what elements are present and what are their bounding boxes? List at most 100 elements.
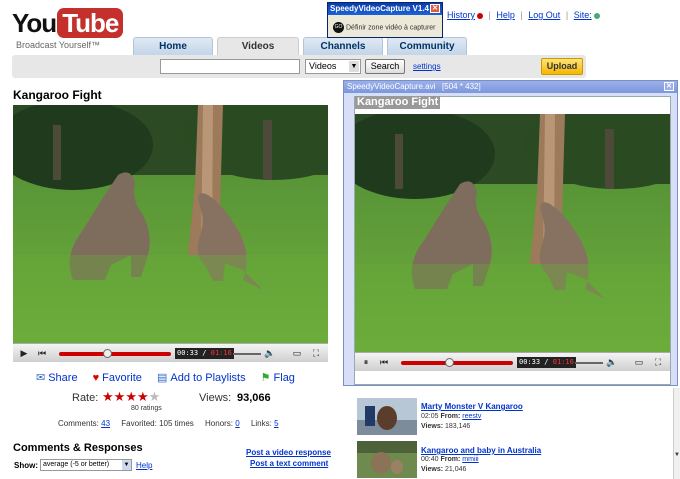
scroll-down-icon[interactable]: ▼ [674, 452, 680, 458]
rating-stars[interactable]: ★★★★★ [102, 389, 160, 405]
skip-back-icon[interactable]: ⏮ [35, 347, 49, 360]
upload-button[interactable]: Upload [541, 58, 583, 75]
captured-video [355, 114, 670, 352]
captured-time-total: 01:16 [552, 358, 574, 366]
share-label: Share [48, 372, 78, 384]
capture-window-dims: [504 * 432] [442, 82, 481, 91]
logo-tagline: Broadcast Yourself™ [16, 40, 101, 50]
add-to-playlists-label: Add to Playlists [170, 372, 246, 384]
related-views-label: Views: [421, 423, 444, 430]
help-link[interactable]: Help [496, 10, 515, 20]
related-duration: 02:05 [421, 413, 439, 420]
star-icon[interactable]: ★ [102, 389, 114, 404]
youtube-logo[interactable]: You Tube Broadcast Yourself™ [12, 8, 124, 50]
volume-slider[interactable] [233, 353, 261, 355]
heart-icon: ♥ [92, 372, 100, 384]
define-zone-button[interactable]: GO Définir zone vidéo à capturer [333, 22, 436, 33]
history-icon [477, 12, 484, 19]
captured-player-controls: ⏸ ⏮ 00:33 / 01:16 🔈 ▭ ⛶ [355, 352, 670, 371]
related-views: Views: 183,146 [421, 423, 470, 430]
related-from-label: From: [440, 456, 461, 463]
captured-video-frame [355, 114, 670, 352]
skip-back-icon: ⏮ [379, 357, 389, 367]
comments-help-link[interactable]: Help [136, 461, 152, 470]
normal-size-icon[interactable]: ▭ [290, 347, 304, 360]
post-text-comment-link[interactable]: Post a text comment [250, 459, 328, 468]
related-views-count: 21,046 [445, 466, 467, 473]
related-views-count: 183,146 [445, 423, 471, 430]
star-icon[interactable]: ★ [114, 389, 126, 404]
tab-channels[interactable]: Channels [303, 37, 383, 55]
related-item[interactable] [357, 441, 417, 479]
site-link[interactable]: Site: [574, 10, 592, 20]
seek-handle[interactable] [103, 349, 113, 358]
related-title-link[interactable]: Kangaroo and baby in Australia [421, 446, 541, 455]
related-from-label: From: [440, 413, 461, 420]
related-author-link[interactable]: mmiii [462, 456, 478, 463]
time-current: 00:33 [177, 349, 199, 357]
history-link[interactable]: History [447, 10, 475, 20]
play-icon[interactable]: ▶ [17, 347, 31, 360]
video-frame [13, 105, 328, 343]
flag-button[interactable]: ⚑ Flag [261, 372, 295, 384]
post-video-response-link[interactable]: Post a video response [246, 448, 331, 457]
close-icon[interactable]: ✕ [664, 82, 674, 91]
honors-count-link[interactable]: 0 [235, 419, 239, 428]
captured-seek-handle [445, 358, 455, 367]
close-icon[interactable]: ✕ [430, 4, 440, 13]
related-thumbnail[interactable] [357, 441, 417, 478]
related-meta: 02:05 From: reestv [421, 413, 481, 420]
logo-tube: Tube [57, 8, 124, 38]
rate-label: Rate: [72, 392, 99, 404]
logout-link[interactable]: Log Out [528, 10, 560, 20]
related-title-link[interactable]: Marty Monster V Kangaroo [421, 402, 523, 411]
chevron-down-icon: ▼ [122, 460, 131, 470]
playlist-icon: ▤ [156, 372, 168, 384]
video-player[interactable] [13, 105, 328, 343]
add-to-playlists-button[interactable]: ▤ Add to Playlists [157, 372, 246, 384]
captured-volume-slider [575, 362, 603, 364]
seek-bar[interactable] [59, 352, 171, 356]
comment-filter-select[interactable]: average (-5 or better) ▼ [40, 459, 132, 471]
tab-home[interactable]: Home [133, 37, 213, 55]
flag-icon: ⚑ [260, 372, 271, 384]
flag-label: Flag [273, 372, 295, 384]
related-views: Views: 21,046 [421, 466, 466, 473]
related-thumbnail[interactable] [357, 398, 417, 435]
tab-videos[interactable]: Videos [217, 37, 299, 55]
capture-toolbar-titlebar[interactable]: SpeedyVideoCapture V1.4 [328, 3, 442, 15]
settings-link[interactable]: settings [413, 62, 441, 71]
video-stats: Comments: 43 Favorited: 105 times Honors… [58, 419, 279, 428]
star-icon[interactable]: ★ [149, 389, 161, 404]
capture-window-titlebar[interactable]: SpeedyVideoCapture.avi [504 * 432] [344, 81, 677, 93]
captured-seek-bar [401, 361, 513, 365]
related-scrollbar[interactable]: ▼ [673, 388, 680, 479]
normal-size-icon: ▭ [634, 357, 644, 367]
search-category-select[interactable]: Videos ▼ [305, 59, 361, 74]
fullscreen-icon[interactable]: ⛶ [309, 347, 323, 360]
fullscreen-icon: ⛶ [654, 357, 662, 367]
related-author-link[interactable]: reestv [462, 413, 481, 420]
favorited-count: 105 times [159, 419, 194, 428]
star-icon[interactable]: ★ [125, 389, 137, 404]
globe-icon [593, 12, 600, 19]
links-count-link[interactable]: 5 [274, 419, 278, 428]
share-button[interactable]: ✉ Share [36, 372, 78, 384]
related-views-label: Views: [421, 466, 444, 473]
views-count: 93,066 [237, 392, 271, 404]
search-button[interactable]: Search [365, 59, 405, 74]
search-category-value: Videos [309, 61, 337, 71]
captured-time-current: 00:33 [519, 358, 541, 366]
related-item[interactable] [357, 398, 417, 438]
speaker-icon: 🔈 [606, 357, 618, 367]
star-icon[interactable]: ★ [137, 389, 149, 404]
video-actions: ✉ Share ♥ Favorite ▤ Add to Playlists ⚑ Flag [36, 371, 307, 384]
honors-label: Honors: [205, 419, 234, 428]
comments-count-link[interactable]: 43 [101, 419, 110, 428]
search-input[interactable] [160, 59, 300, 74]
tab-community[interactable]: Community [387, 37, 467, 55]
favorite-label: Favorite [102, 372, 142, 384]
speaker-icon[interactable]: 🔈 [263, 347, 277, 360]
favorite-button[interactable]: ♥ Favorite [93, 372, 142, 384]
top-links: History | Help | Log Out | Site: [447, 10, 600, 20]
